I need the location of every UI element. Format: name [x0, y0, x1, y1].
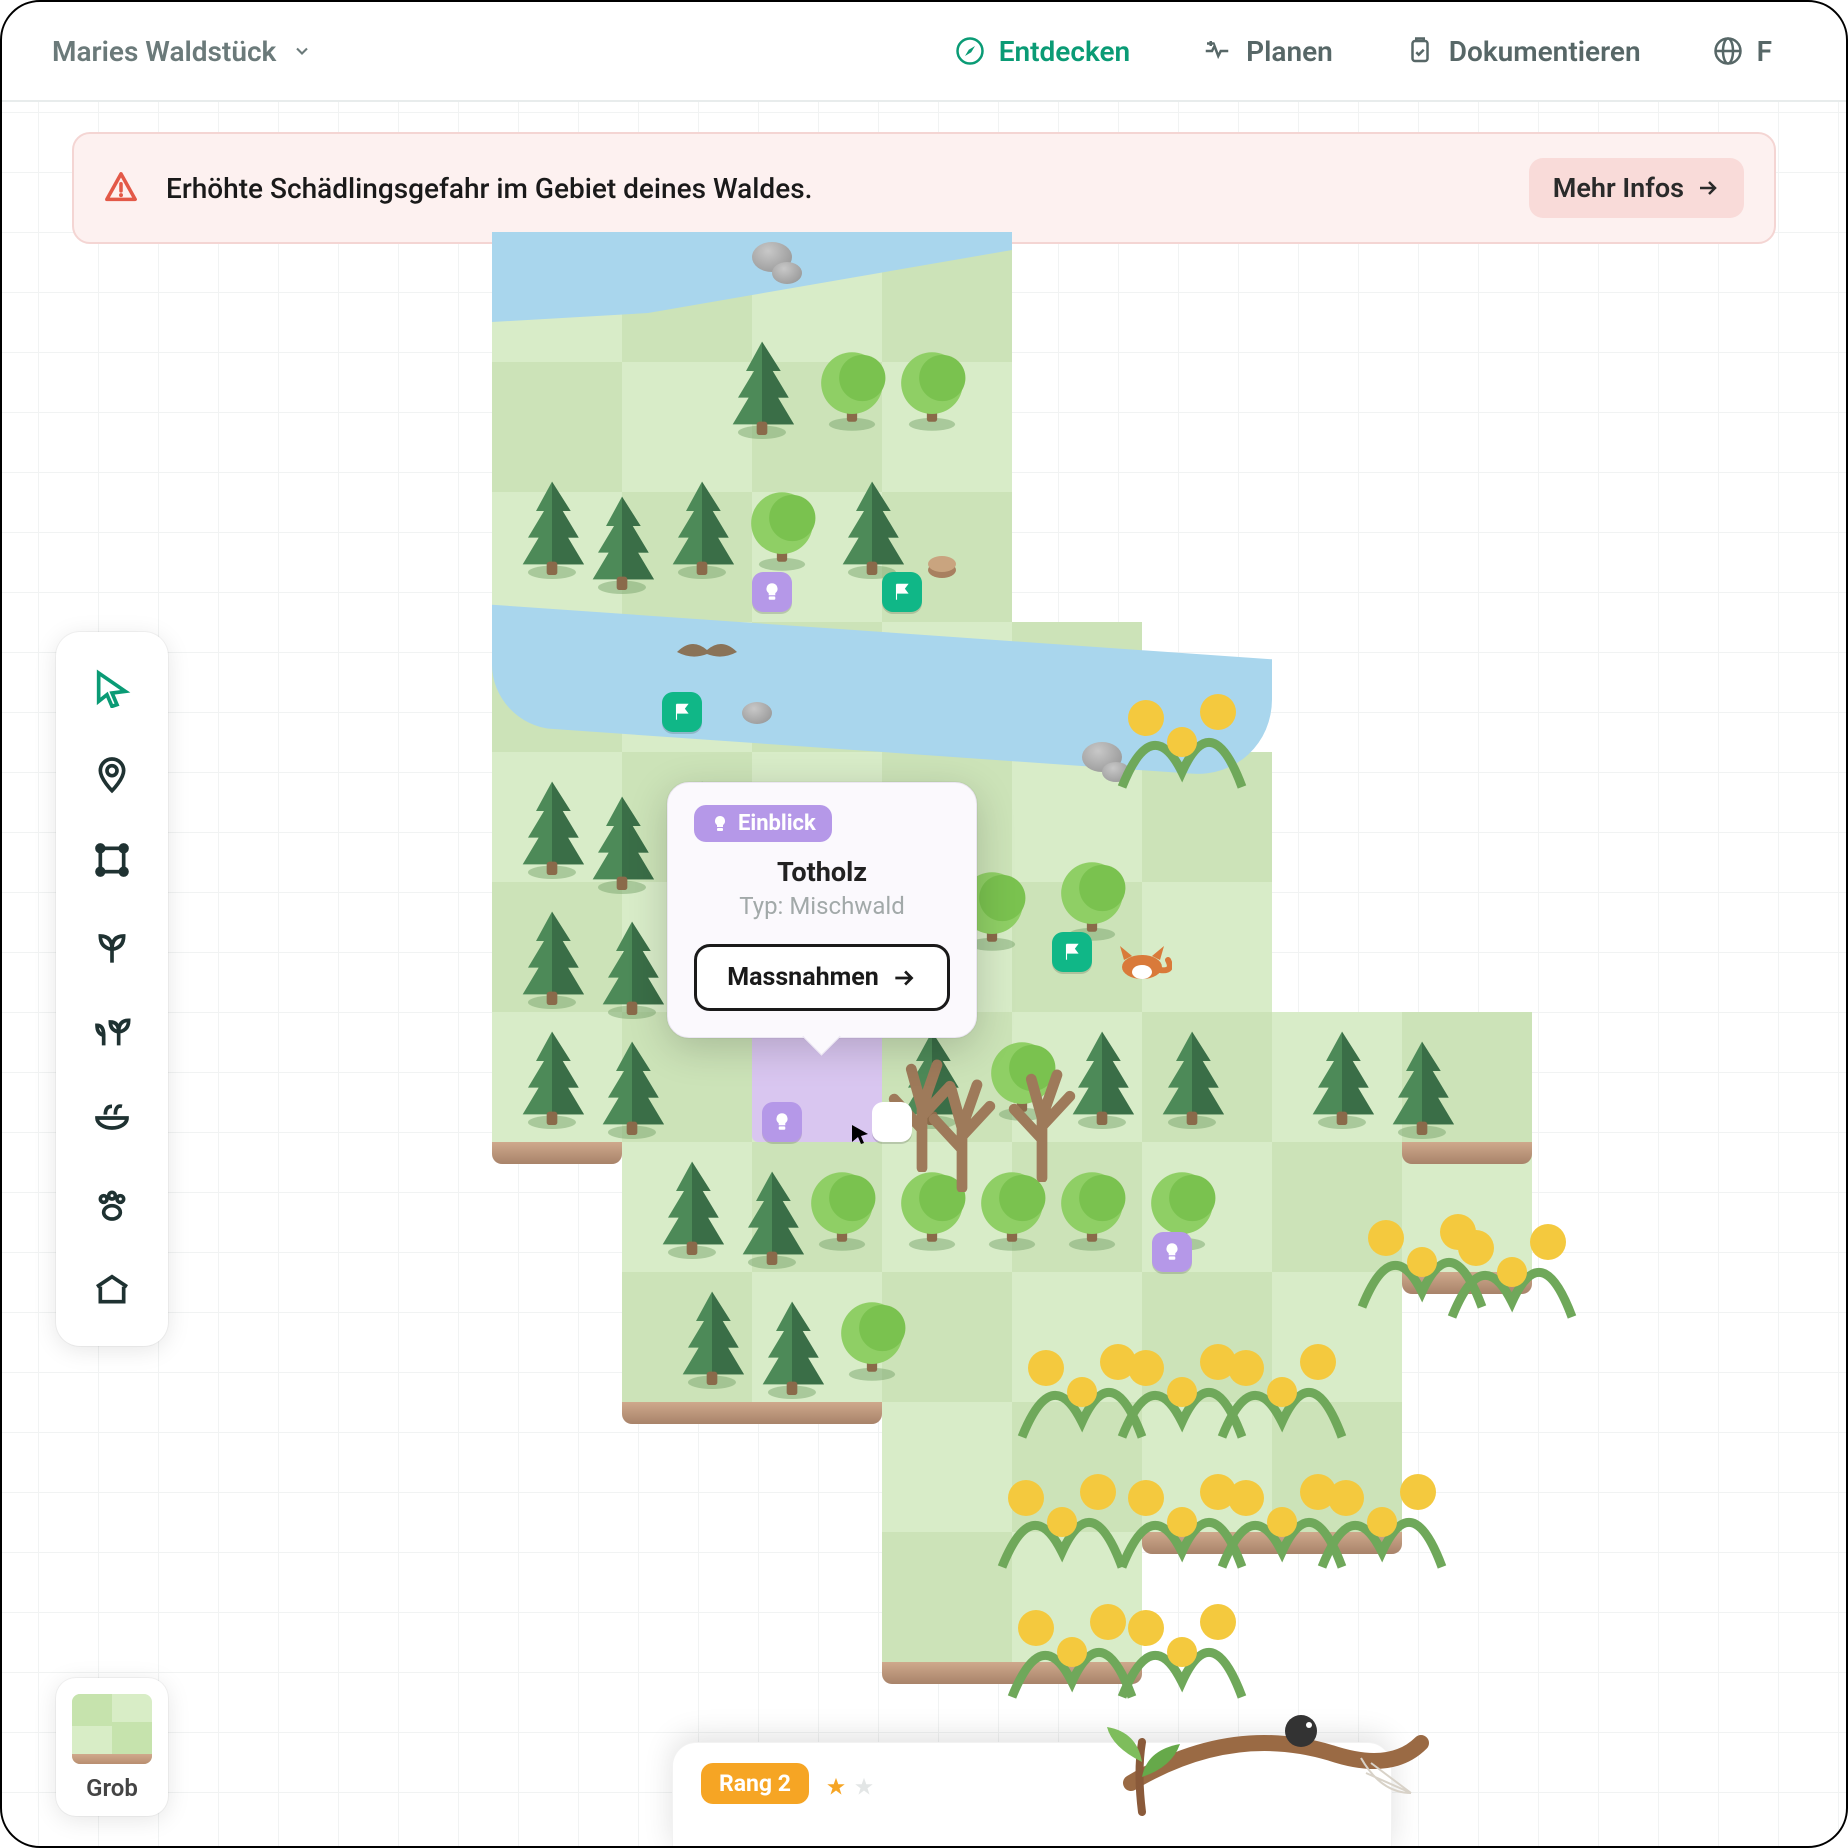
tile-popup: Einblick Totholz Typ: Mischwald Massnahm… — [667, 782, 977, 1038]
clipboard-icon — [1405, 36, 1435, 66]
nav-partial[interactable]: F — [1689, 35, 1796, 68]
warning-icon — [104, 171, 138, 205]
zoom-label: Grob — [70, 1774, 154, 1802]
tool-animals[interactable] — [72, 1164, 152, 1244]
tool-plants[interactable] — [72, 992, 152, 1072]
flag-marker[interactable] — [1052, 932, 1092, 972]
globe-icon — [1713, 36, 1743, 66]
zoom-preview — [72, 1694, 152, 1764]
bird-icon — [672, 632, 742, 672]
flower — [1032, 1302, 1102, 1362]
zoom-level-card[interactable]: Grob — [56, 1678, 168, 1816]
cursor-icon — [848, 1122, 872, 1146]
nav-label: F — [1757, 35, 1772, 68]
shelter-icon — [92, 1270, 132, 1310]
flower — [1272, 1172, 1342, 1232]
chevron-down-icon — [292, 41, 312, 61]
insight-marker[interactable] — [752, 572, 792, 612]
insight-marker[interactable] — [762, 1102, 802, 1142]
nav-label: Entdecken — [999, 35, 1130, 68]
info-marker[interactable] — [872, 1102, 912, 1142]
tool-shelter[interactable] — [72, 1250, 152, 1330]
flower — [1132, 1432, 1202, 1492]
nav-label: Dokumentieren — [1449, 35, 1641, 68]
popup-badge-label: Einblick — [738, 811, 816, 836]
bulb-icon — [710, 814, 730, 834]
arrow-right-icon — [1696, 176, 1720, 200]
tool-toolbar — [56, 632, 168, 1346]
flower — [912, 1432, 982, 1492]
forest-map[interactable] — [492, 232, 1592, 1732]
nav-planen[interactable]: Planen — [1178, 35, 1357, 68]
insight-marker[interactable] — [1152, 1232, 1192, 1272]
rank-stars — [825, 1776, 875, 1798]
rock — [772, 262, 802, 284]
tool-cursor[interactable] — [72, 648, 152, 728]
header: Maries Waldstück Entdecken Planen Dokume… — [2, 2, 1846, 102]
star-empty-icon — [853, 1776, 875, 1798]
flower — [1032, 652, 1102, 712]
rank-badge: Rang 2 — [701, 1763, 809, 1804]
leaf-deco-icon — [1082, 1722, 1202, 1822]
map-canvas[interactable]: Erhöhte Schädlingsgefahr im Gebiet deine… — [2, 102, 1846, 1846]
alert-more-button[interactable]: Mehr Infos — [1529, 158, 1744, 218]
popup-action-label: Massnahmen — [727, 963, 879, 992]
area-icon — [92, 840, 132, 880]
sprout-icon — [92, 926, 132, 966]
flower — [932, 1302, 1002, 1362]
rank-label: Rang 2 — [719, 1770, 791, 1797]
flag-marker[interactable] — [882, 572, 922, 612]
tool-area[interactable] — [72, 820, 152, 900]
popup-title: Totholz — [694, 856, 950, 888]
tool-sprout[interactable] — [72, 906, 152, 986]
nav-dokumentieren[interactable]: Dokumentieren — [1381, 35, 1665, 68]
plan-icon — [1202, 36, 1232, 66]
cursor-icon — [92, 668, 132, 708]
rock — [742, 702, 772, 724]
flower — [1232, 1432, 1302, 1492]
alert-message: Erhöhte Schädlingsgefahr im Gebiet deine… — [166, 172, 1501, 205]
alert-more-label: Mehr Infos — [1553, 172, 1684, 204]
fox-icon — [1112, 932, 1172, 982]
star-filled-icon — [825, 1776, 847, 1798]
popup-subtitle: Typ: Mischwald — [694, 892, 950, 920]
forest-selector[interactable]: Maries Waldstück — [52, 35, 312, 68]
flag-marker[interactable] — [662, 692, 702, 732]
nav-label: Planen — [1246, 35, 1333, 68]
popup-badge: Einblick — [694, 805, 832, 842]
pin-icon — [92, 754, 132, 794]
tool-bowl[interactable] — [72, 1078, 152, 1158]
bowl-icon — [92, 1098, 132, 1138]
forest-name: Maries Waldstück — [52, 35, 276, 68]
popup-action-button[interactable]: Massnahmen — [694, 944, 950, 1011]
flower — [1132, 1302, 1202, 1362]
flower — [1032, 1432, 1102, 1492]
arrow-right-icon — [891, 965, 917, 991]
flower — [922, 1562, 992, 1622]
plants-icon — [92, 1012, 132, 1052]
paw-icon — [92, 1184, 132, 1224]
compass-icon — [955, 36, 985, 66]
alert-banner: Erhöhte Schädlingsgefahr im Gebiet deine… — [72, 132, 1776, 244]
flower — [1362, 1182, 1432, 1242]
nav-entdecken[interactable]: Entdecken — [931, 35, 1154, 68]
tool-pin[interactable] — [72, 734, 152, 814]
rank-panel[interactable]: Rang 2 — [672, 1742, 1392, 1846]
flower — [1032, 1562, 1102, 1622]
stump-icon — [922, 542, 962, 582]
